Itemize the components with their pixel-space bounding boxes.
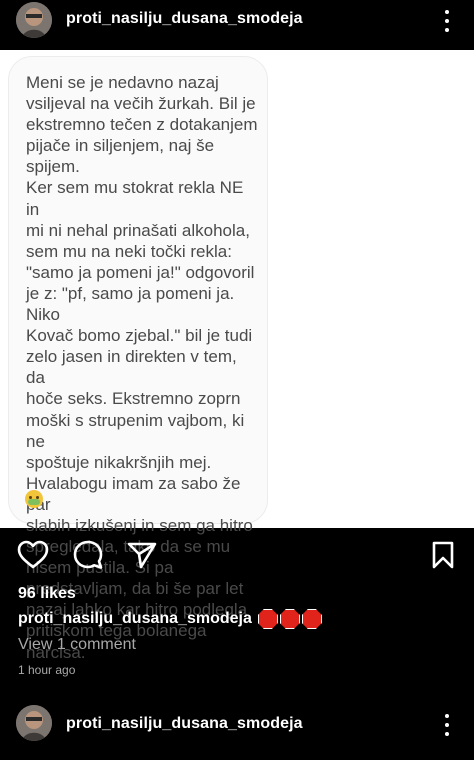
avatar[interactable] — [16, 2, 52, 38]
post-image[interactable]: Meni se je nedavno nazaj vsiljeval na ve… — [0, 50, 474, 662]
heart-icon[interactable] — [17, 540, 49, 570]
post-caption: proti_nasilju_dusana_smodeja — [18, 609, 322, 629]
caption-username[interactable]: proti_nasilju_dusana_smodeja — [18, 610, 252, 628]
stop-sign-icon — [257, 609, 278, 629]
more-options-icon[interactable] — [438, 10, 456, 32]
more-options-icon[interactable] — [438, 714, 456, 736]
post-header: proti_nasilju_dusana_smodeja — [0, 0, 474, 50]
stop-sign-icon — [301, 609, 322, 629]
dot-icon — [445, 714, 449, 718]
nauseated-face-icon — [25, 490, 43, 508]
comment-icon[interactable] — [72, 539, 104, 571]
message-bubble: Meni se je nedavno nazaj vsiljeval na ve… — [8, 56, 268, 662]
dot-icon — [445, 10, 449, 14]
send-icon[interactable] — [127, 541, 157, 569]
bookmark-icon[interactable] — [431, 541, 455, 569]
like-count[interactable]: 96 likes — [18, 585, 76, 603]
avatar-image — [16, 2, 52, 38]
dot-icon — [445, 732, 449, 736]
post-username[interactable]: proti_nasilju_dusana_smodeja — [66, 10, 303, 28]
mask-icon — [28, 499, 40, 505]
dot-icon — [445, 28, 449, 32]
avatar[interactable] — [16, 705, 52, 741]
next-post-header: proti_nasilju_dusana_smodeja — [0, 700, 474, 750]
next-post-username[interactable]: proti_nasilju_dusana_smodeja — [66, 715, 303, 733]
view-comments-link[interactable]: View 1 comment — [18, 636, 136, 654]
post-timestamp: 1 hour ago — [18, 663, 76, 677]
action-bar — [0, 528, 474, 584]
avatar-image — [16, 705, 52, 741]
caption-emojis — [257, 609, 322, 629]
stop-sign-icon — [279, 609, 300, 629]
dot-icon — [445, 723, 449, 727]
dot-icon — [445, 19, 449, 23]
